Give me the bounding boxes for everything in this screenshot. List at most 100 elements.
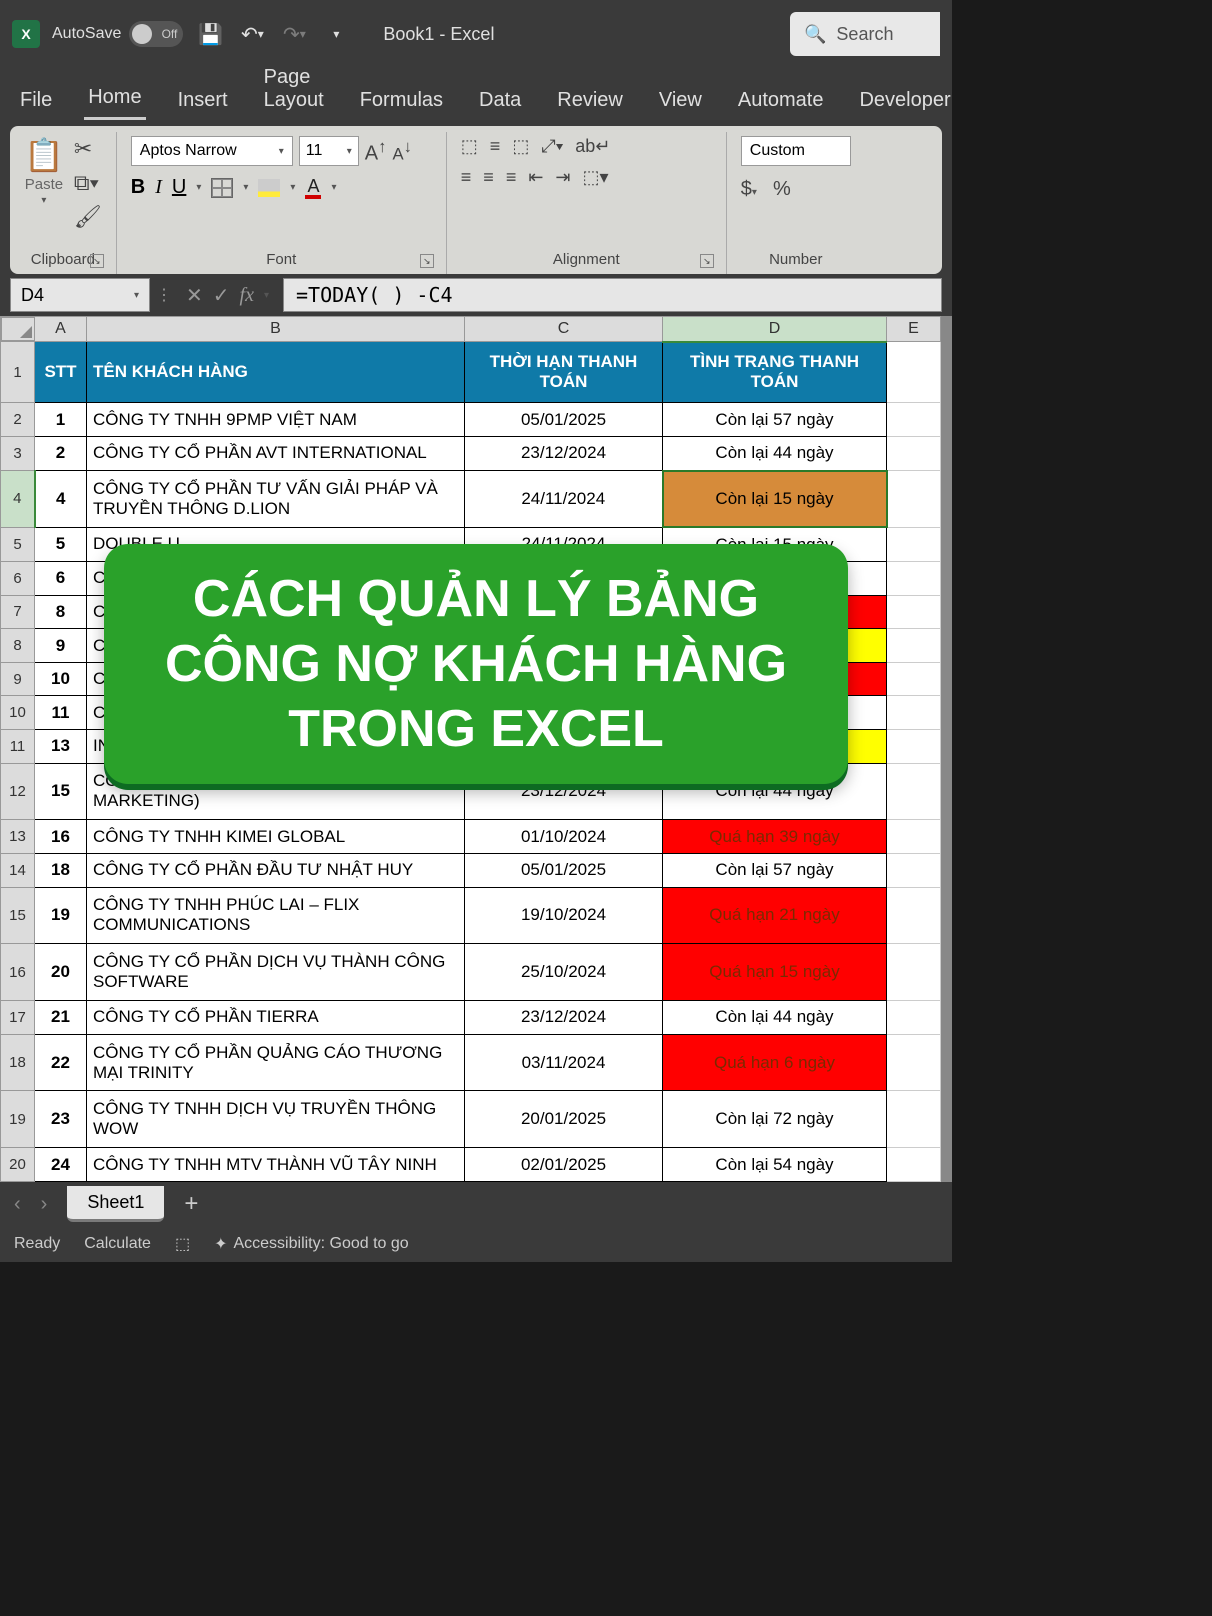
blank-cell[interactable] bbox=[887, 944, 941, 1001]
cell-due[interactable]: 05/01/2025 bbox=[465, 853, 663, 887]
tab-data[interactable]: Data bbox=[475, 79, 525, 120]
cell-due[interactable]: 25/10/2024 bbox=[465, 944, 663, 1001]
row-header[interactable]: 10 bbox=[1, 696, 35, 730]
percent-format-icon[interactable]: % bbox=[773, 178, 791, 201]
orientation-icon[interactable]: ⤢▾ bbox=[541, 136, 563, 157]
blank-cell[interactable] bbox=[887, 436, 941, 470]
blank-cell[interactable] bbox=[887, 820, 941, 854]
blank-cell[interactable] bbox=[887, 527, 941, 561]
table-header-due[interactable]: THỜI HẠN THANH TOÁN bbox=[465, 342, 663, 403]
cell-stt[interactable]: 24 bbox=[35, 1148, 87, 1182]
format-painter-icon[interactable]: 🖌 bbox=[74, 204, 102, 230]
cell-stt[interactable]: 21 bbox=[35, 1001, 87, 1035]
cell-due[interactable]: 23/12/2024 bbox=[465, 436, 663, 470]
align-bottom-icon[interactable]: ⬚ bbox=[512, 136, 529, 157]
cell-due[interactable]: 01/10/2024 bbox=[465, 820, 663, 854]
cell-name[interactable]: CÔNG TY TNHH MTV THÀNH VŨ TÂY NINH bbox=[87, 1148, 465, 1182]
cell-stt[interactable]: 8 bbox=[35, 595, 87, 629]
accept-formula-icon[interactable]: ✓ bbox=[213, 283, 230, 308]
row-header[interactable]: 16 bbox=[1, 944, 35, 1001]
tab-review[interactable]: Review bbox=[553, 79, 627, 120]
cell-stt[interactable]: 19 bbox=[35, 887, 87, 944]
cell-status[interactable]: Quá hạn 21 ngày bbox=[663, 887, 887, 944]
cell-stt[interactable]: 11 bbox=[35, 696, 87, 730]
row-header[interactable]: 3 bbox=[1, 436, 35, 470]
cell-stt[interactable]: 1 bbox=[35, 403, 87, 437]
sheet-nav-prev-icon[interactable]: ‹ bbox=[14, 1193, 21, 1216]
name-box[interactable]: D4▾ bbox=[10, 278, 150, 312]
tab-formulas[interactable]: Formulas bbox=[356, 79, 447, 120]
row-header[interactable]: 17 bbox=[1, 1001, 35, 1035]
fx-icon[interactable]: fx bbox=[240, 284, 254, 307]
font-launcher-icon[interactable]: ↘ bbox=[420, 254, 434, 268]
add-sheet-icon[interactable]: + bbox=[184, 1190, 198, 1218]
align-middle-icon[interactable]: ≡ bbox=[490, 136, 501, 157]
blank-cell[interactable] bbox=[887, 629, 941, 663]
table-header-status[interactable]: TÌNH TRẠNG THANH TOÁN bbox=[663, 342, 887, 403]
cell-name[interactable]: CÔNG TY CỔ PHẦN ĐẦU TƯ NHẬT HUY bbox=[87, 853, 465, 887]
blank-cell[interactable] bbox=[887, 1091, 941, 1148]
borders-button[interactable] bbox=[211, 178, 233, 198]
cell-name[interactable]: CÔNG TY TNHH 9PMP VIỆT NAM bbox=[87, 403, 465, 437]
tab-insert[interactable]: Insert bbox=[174, 79, 232, 120]
tab-view[interactable]: View bbox=[655, 79, 706, 120]
row-header[interactable]: 4 bbox=[1, 471, 35, 528]
fill-color-button[interactable] bbox=[258, 179, 280, 197]
blank-cell[interactable] bbox=[887, 403, 941, 437]
cell-stt[interactable]: 9 bbox=[35, 629, 87, 663]
blank-cell[interactable] bbox=[887, 562, 941, 596]
col-header-d[interactable]: D bbox=[663, 317, 887, 342]
merge-center-icon[interactable]: ⬚▾ bbox=[583, 167, 609, 188]
row-header[interactable]: 7 bbox=[1, 595, 35, 629]
row-header[interactable]: 13 bbox=[1, 820, 35, 854]
row-header[interactable]: 20 bbox=[1, 1148, 35, 1182]
blank-cell[interactable] bbox=[887, 763, 941, 820]
font-color-button[interactable]: A bbox=[305, 177, 321, 199]
alignment-launcher-icon[interactable]: ↘ bbox=[700, 254, 714, 268]
cell-name[interactable]: CÔNG TY TNHH DỊCH VỤ TRUYỀN THÔNG WOW bbox=[87, 1091, 465, 1148]
blank-cell[interactable] bbox=[887, 853, 941, 887]
blank-cell[interactable] bbox=[887, 887, 941, 944]
cancel-formula-icon[interactable]: ✕ bbox=[186, 283, 203, 308]
row-header[interactable]: 18 bbox=[1, 1034, 35, 1091]
search-box[interactable]: 🔍 Search bbox=[790, 12, 940, 56]
col-header-a[interactable]: A bbox=[35, 317, 87, 342]
underline-button[interactable]: U bbox=[172, 176, 186, 199]
decrease-indent-icon[interactable]: ⇤ bbox=[528, 167, 543, 188]
blank-cell[interactable] bbox=[887, 696, 941, 730]
cell-status[interactable]: Quá hạn 15 ngày bbox=[663, 944, 887, 1001]
select-all-corner[interactable] bbox=[1, 317, 35, 342]
accounting-format-icon[interactable]: $▾ bbox=[741, 178, 757, 201]
cell-name[interactable]: CÔNG TY CỔ PHẦN TƯ VẤN GIẢI PHÁP VÀ TRUY… bbox=[87, 471, 465, 528]
autosave-toggle[interactable]: Off bbox=[129, 21, 183, 47]
cell-status[interactable]: Còn lại 44 ngày bbox=[663, 436, 887, 470]
blank-cell[interactable] bbox=[887, 729, 941, 763]
cell-status[interactable]: Còn lại 15 ngày bbox=[663, 471, 887, 528]
wrap-text-icon[interactable]: ab↵ bbox=[575, 136, 610, 157]
cell-stt[interactable]: 18 bbox=[35, 853, 87, 887]
tab-developer[interactable]: Developer bbox=[855, 79, 954, 120]
cell-stt[interactable]: 22 bbox=[35, 1034, 87, 1091]
cell-stt[interactable]: 13 bbox=[35, 729, 87, 763]
increase-indent-icon[interactable]: ⇥ bbox=[555, 167, 570, 188]
cell-name[interactable]: CÔNG TY CỔ PHẦN QUẢNG CÁO THƯƠNG MẠI TRI… bbox=[87, 1034, 465, 1091]
cell-due[interactable]: 03/11/2024 bbox=[465, 1034, 663, 1091]
row-header[interactable]: 19 bbox=[1, 1091, 35, 1148]
cell-due[interactable]: 24/11/2024 bbox=[465, 471, 663, 528]
col-header-c[interactable]: C bbox=[465, 317, 663, 342]
cell-name[interactable]: CÔNG TY TNHH KIMEI GLOBAL bbox=[87, 820, 465, 854]
row-header[interactable]: 2 bbox=[1, 403, 35, 437]
decrease-font-icon[interactable]: A↓ bbox=[392, 137, 411, 166]
cell-name[interactable]: CÔNG TY CỔ PHẦN AVT INTERNATIONAL bbox=[87, 436, 465, 470]
row-header[interactable]: 1 bbox=[1, 342, 35, 403]
tab-home[interactable]: Home bbox=[84, 76, 145, 120]
cell-status[interactable]: Quá hạn 6 ngày bbox=[663, 1034, 887, 1091]
blank-cell[interactable] bbox=[887, 471, 941, 528]
blank-cell[interactable] bbox=[887, 1148, 941, 1182]
cell-stt[interactable]: 15 bbox=[35, 763, 87, 820]
row-header[interactable]: 12 bbox=[1, 763, 35, 820]
autosave-control[interactable]: AutoSave Off bbox=[52, 21, 183, 47]
cell-status[interactable]: Còn lại 57 ngày bbox=[663, 403, 887, 437]
cell-stt[interactable]: 16 bbox=[35, 820, 87, 854]
font-size-select[interactable]: 11▾ bbox=[299, 136, 359, 166]
